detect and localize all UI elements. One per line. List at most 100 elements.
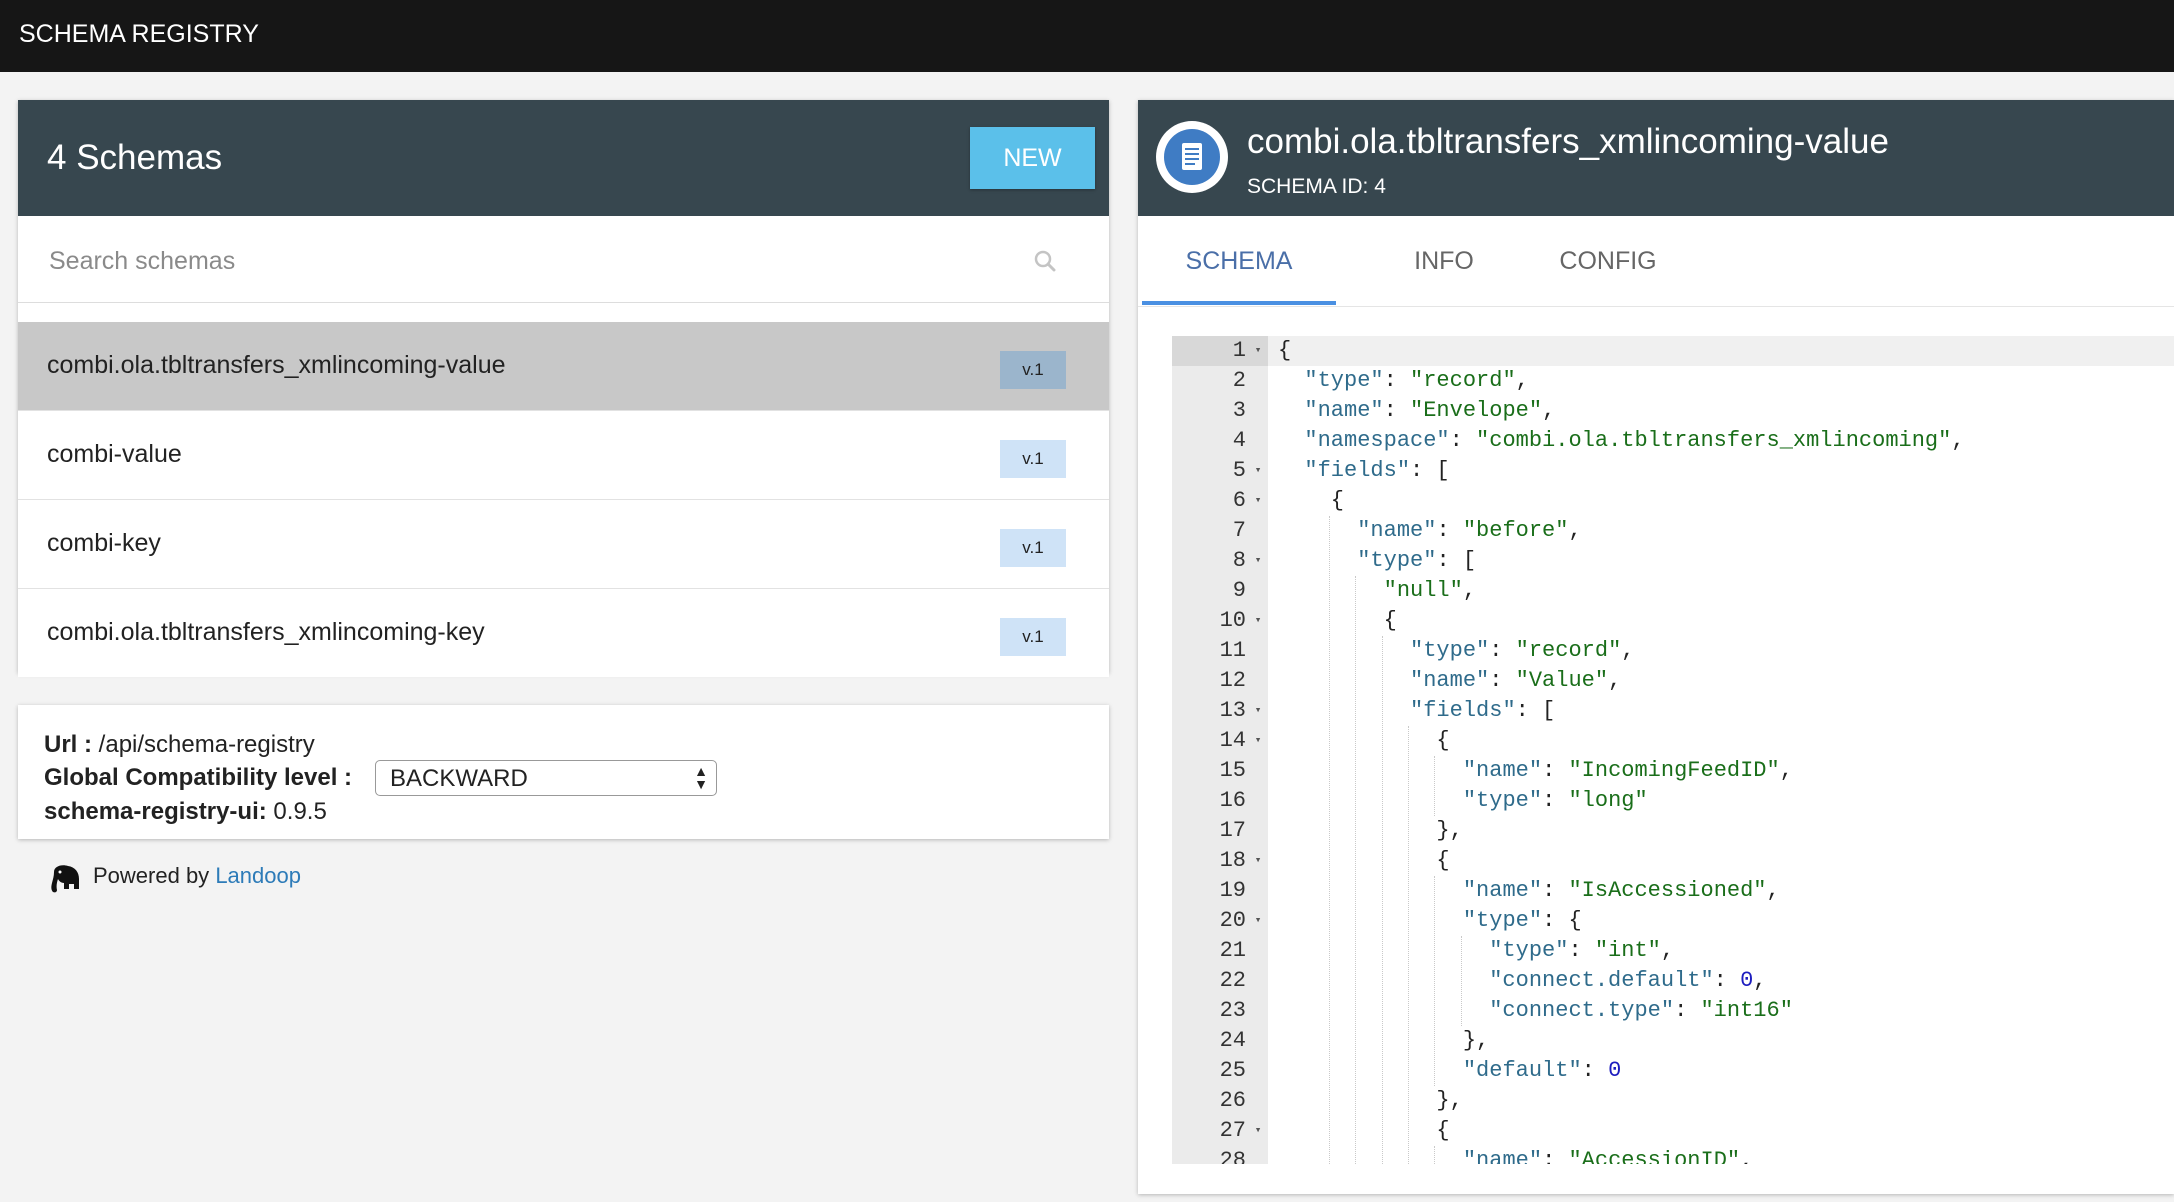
indent-guide [1434, 876, 1436, 1086]
elephant-logo-icon [51, 865, 79, 893]
code-text: "type": { [1462, 908, 1582, 933]
code-text: "default": 0 [1462, 1058, 1622, 1083]
code-line: 5 ▾ "fields": [ [1172, 456, 2174, 486]
code-text: "connect.default": 0, [1489, 968, 1767, 993]
schema-code-editor[interactable]: 1 ▾{2 "type": "record", 3 "name": "Envelop… [1172, 336, 2174, 1164]
code-text: { [1278, 848, 1450, 873]
indent-guide [1328, 516, 1330, 1164]
search-icon[interactable] [1034, 250, 1056, 272]
fold-toggle-icon[interactable]: ▾ [1252, 846, 1264, 876]
code-line: 17 }, [1172, 816, 2174, 846]
code-line: 18 ▾ { [1172, 846, 2174, 876]
schema-name: combi.ola.tbltransfers_xmlincoming-key [47, 618, 485, 646]
line-number: 2 [1232, 368, 1246, 393]
schema-list-item[interactable]: combi-key v.1 [18, 500, 1109, 589]
fold-toggle-icon[interactable]: ▾ [1252, 606, 1264, 636]
code-line: 26 }, [1172, 1086, 2174, 1116]
line-number: 25 [1219, 1058, 1246, 1083]
line-number: 17 [1219, 818, 1246, 843]
line-number: 4 [1232, 428, 1246, 453]
compatibility-value: BACKWARD [390, 765, 528, 792]
fold-toggle-icon[interactable]: ▾ [1252, 336, 1264, 366]
line-number: 12 [1219, 668, 1246, 693]
compat-label: Global Compatibility level : [44, 764, 353, 791]
app-title: SCHEMA REGISTRY [19, 20, 259, 48]
line-number: 19 [1219, 878, 1246, 903]
compatibility-select[interactable]: BACKWARD ▲ ▼ [375, 760, 717, 796]
indent-guide [1355, 576, 1357, 1164]
code-text: "name": "before", [1357, 518, 1582, 543]
fold-toggle-icon[interactable]: ▾ [1252, 456, 1264, 486]
schemas-header: 4 Schemas NEW [18, 100, 1109, 216]
indent-guide [1434, 1146, 1436, 1164]
code-text: "fields": [ [1304, 458, 1450, 483]
registry-info-card: Url : /api/schema-registry Global Compat… [18, 705, 1109, 839]
code-text: { [1278, 608, 1397, 633]
schema-list: combi.ola.tbltransfers_xmlincoming-value… [18, 322, 1109, 677]
code-line: 2 "type": "record", [1172, 366, 2174, 396]
url-value: /api/schema-registry [98, 731, 315, 758]
code-text: }, [1278, 1028, 1490, 1053]
schema-id: SCHEMA ID: 4 [1247, 175, 1386, 198]
powered-by-text: Powered by Landoop [93, 863, 301, 889]
url-label: Url : [44, 731, 92, 758]
code-text: "name": "Value", [1410, 668, 1622, 693]
schemas-card: 4 Schemas NEW combi.ola.tbltransfers_xml… [18, 100, 1109, 677]
code-text: { [1278, 1118, 1450, 1143]
code-line: 16 "type": "long" [1172, 786, 2174, 816]
code-line: 6 ▾ { [1172, 486, 2174, 516]
code-line: 1 ▾{ [1172, 336, 2174, 366]
code-line: 23 "connect.type": "int16" [1172, 996, 2174, 1026]
tab-schema[interactable]: SCHEMA [1142, 216, 1336, 304]
line-number: 16 [1219, 788, 1246, 813]
version-badge: v.1 [1000, 529, 1066, 567]
code-line: 8 ▾ "type": [ [1172, 546, 2174, 576]
select-arrows-icon: ▲ ▼ [694, 763, 708, 792]
app-header: SCHEMA REGISTRY [0, 0, 2174, 72]
code-text: { [1278, 488, 1345, 513]
line-number: 3 [1232, 398, 1246, 423]
fold-toggle-icon[interactable]: ▾ [1252, 726, 1264, 756]
code-line: 22 "connect.default": 0, [1172, 966, 2174, 996]
fold-toggle-icon[interactable]: ▾ [1252, 486, 1264, 516]
code-line: 24 }, [1172, 1026, 2174, 1056]
search-input[interactable] [47, 240, 1031, 282]
schema-list-item[interactable]: combi.ola.tbltransfers_xmlincoming-value… [18, 322, 1109, 411]
powered-by-label: Powered by [93, 863, 210, 888]
tab-info[interactable]: INFO [1364, 216, 1524, 304]
line-number: 7 [1232, 518, 1246, 543]
code-line: 10 ▾ { [1172, 606, 2174, 636]
active-tab-indicator [1142, 301, 1336, 305]
fold-toggle-icon[interactable]: ▾ [1252, 906, 1264, 936]
schema-detail-card: combi.ola.tbltransfers_xmlincoming-value… [1138, 100, 2174, 1194]
code-line: 15 "name": "IncomingFeedID", [1172, 756, 2174, 786]
code-text: "name": "Envelope", [1304, 398, 1556, 423]
schema-tabs: SCHEMA INFO CONFIG [1138, 216, 2174, 307]
line-number: 15 [1219, 758, 1246, 783]
schema-name: combi.ola.tbltransfers_xmlincoming-value [47, 351, 506, 379]
schema-list-item[interactable]: combi-value v.1 [18, 411, 1109, 500]
version-badge: v.1 [1000, 351, 1066, 389]
line-number: 24 [1219, 1028, 1246, 1053]
schema-name: combi-value [47, 440, 182, 468]
line-number: 28 [1219, 1148, 1246, 1164]
fold-toggle-icon[interactable]: ▾ [1252, 1116, 1264, 1146]
search-bar [18, 216, 1109, 303]
code-text: "name": "IncomingFeedID", [1462, 758, 1793, 783]
new-schema-button[interactable]: NEW [970, 127, 1095, 189]
indent-guide [1460, 936, 1462, 1026]
landoop-link[interactable]: Landoop [215, 863, 301, 888]
code-line: 28 "name": "AccessionID", [1172, 1146, 2174, 1164]
code-line: 25 "default": 0 [1172, 1056, 2174, 1086]
schema-list-item[interactable]: combi.ola.tbltransfers_xmlincoming-key v… [18, 589, 1109, 677]
schema-name: combi-key [47, 529, 161, 557]
fold-toggle-icon[interactable]: ▾ [1252, 696, 1264, 726]
tab-config[interactable]: CONFIG [1508, 216, 1708, 304]
fold-toggle-icon[interactable]: ▾ [1252, 546, 1264, 576]
indent-guide [1434, 756, 1436, 816]
line-number: 11 [1219, 638, 1246, 663]
indent-guide [1381, 636, 1383, 1164]
code-line: 19 "name": "IsAccessioned", [1172, 876, 2174, 906]
ui-version-value: 0.9.5 [273, 798, 327, 825]
code-text: }, [1278, 1088, 1463, 1113]
